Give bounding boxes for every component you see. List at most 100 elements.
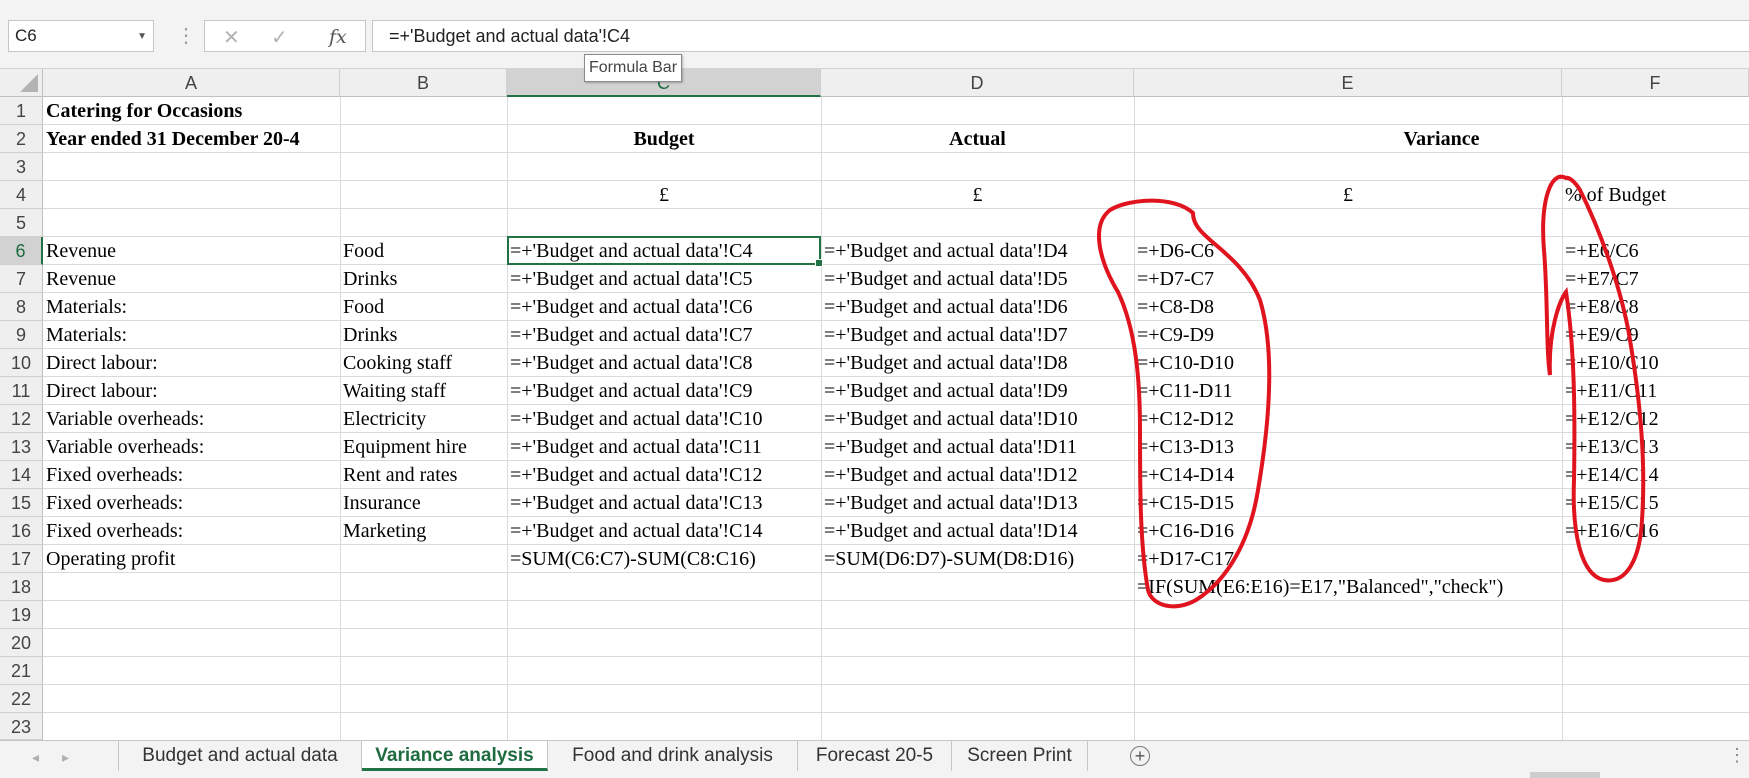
formula-input[interactable]: =+'Budget and actual data'!C4	[372, 20, 1749, 52]
cell-b10[interactable]: Cooking staff	[340, 349, 452, 377]
cell-b15[interactable]: Insurance	[340, 489, 421, 517]
row-header[interactable]: 2	[0, 125, 43, 153]
cell-b14[interactable]: Rent and rates	[340, 461, 457, 489]
column-header-a[interactable]: A	[43, 69, 340, 97]
cell-d17[interactable]: =SUM(D6:D7)-SUM(D8:D16)	[821, 545, 1074, 573]
tab-food-and-drink-analysis[interactable]: Food and drink analysis	[548, 741, 798, 771]
cell-a17[interactable]: Operating profit	[43, 545, 175, 573]
cell-f15[interactable]: =+E15/C15	[1562, 489, 1659, 517]
cell-d12[interactable]: =+'Budget and actual data'!D10	[821, 405, 1078, 433]
cell-b8[interactable]: Food	[340, 293, 384, 321]
cell-e15[interactable]: =+C15-D15	[1134, 489, 1234, 517]
cell-b6[interactable]: Food	[340, 237, 384, 265]
row-header[interactable]: 3	[0, 153, 43, 181]
cell-c12[interactable]: =+'Budget and actual data'!C10	[507, 405, 762, 433]
cell-e6[interactable]: =+D6-C6	[1134, 237, 1214, 265]
cell-e9[interactable]: =+C9-D9	[1134, 321, 1214, 349]
row-header[interactable]: 6	[0, 237, 43, 265]
cell-b9[interactable]: Drinks	[340, 321, 397, 349]
cell-a2[interactable]: Year ended 31 December 20-4	[43, 125, 300, 153]
row-header[interactable]: 7	[0, 265, 43, 293]
row-header[interactable]: 4	[0, 181, 43, 209]
cell-e17[interactable]: =+D17-C17	[1134, 545, 1234, 573]
column-header-e[interactable]: E	[1134, 69, 1562, 97]
cell-c14[interactable]: =+'Budget and actual data'!C12	[507, 461, 762, 489]
name-box[interactable]: C6 ▼	[8, 20, 154, 52]
cell-c2[interactable]: Budget	[507, 125, 821, 153]
tab-variance-analysis[interactable]: Variance analysis	[362, 741, 548, 771]
cell-c9[interactable]: =+'Budget and actual data'!C7	[507, 321, 752, 349]
cell-c10[interactable]: =+'Budget and actual data'!C8	[507, 349, 752, 377]
cell-e10[interactable]: =+C10-D10	[1134, 349, 1234, 377]
row-header[interactable]: 13	[0, 433, 43, 461]
cell-a11[interactable]: Direct labour:	[43, 377, 158, 405]
cell-e11[interactable]: =+C11-D11	[1134, 377, 1233, 405]
cell-d8[interactable]: =+'Budget and actual data'!D6	[821, 293, 1068, 321]
cell-a9[interactable]: Materials:	[43, 321, 127, 349]
cell-b11[interactable]: Waiting staff	[340, 377, 446, 405]
add-sheet-icon[interactable]: +	[1130, 746, 1150, 766]
row-header[interactable]: 12	[0, 405, 43, 433]
cell-f7[interactable]: =+E7/C7	[1562, 265, 1639, 293]
chevron-down-icon[interactable]: ▼	[137, 31, 147, 42]
cell-a10[interactable]: Direct labour:	[43, 349, 158, 377]
cell-f4[interactable]: % of Budget	[1562, 181, 1666, 209]
cell-a16[interactable]: Fixed overheads:	[43, 517, 183, 545]
cell-a14[interactable]: Fixed overheads:	[43, 461, 183, 489]
cell-f9[interactable]: =+E9/C9	[1562, 321, 1639, 349]
cell-e4[interactable]: £	[1134, 181, 1562, 209]
cell-f6[interactable]: =+E6/C6	[1562, 237, 1639, 265]
cell-c7[interactable]: =+'Budget and actual data'!C5	[507, 265, 752, 293]
cell-f11[interactable]: =+E11/C11	[1562, 377, 1657, 405]
cell-d9[interactable]: =+'Budget and actual data'!D7	[821, 321, 1068, 349]
cell-c4[interactable]: £	[507, 181, 821, 209]
cell-c16[interactable]: =+'Budget and actual data'!C14	[507, 517, 762, 545]
row-header[interactable]: 21	[0, 657, 43, 685]
row-header[interactable]: 11	[0, 377, 43, 405]
row-header[interactable]: 22	[0, 685, 43, 713]
tab-scroll-left-icon[interactable]: ◂	[32, 749, 39, 766]
cell-d2[interactable]: Actual	[821, 125, 1134, 153]
cell-e8[interactable]: =+C8-D8	[1134, 293, 1214, 321]
cell-a12[interactable]: Variable overheads:	[43, 405, 204, 433]
row-header[interactable]: 18	[0, 573, 43, 601]
cell-a1[interactable]: Catering for Occasions	[43, 97, 242, 125]
cell-d6[interactable]: =+'Budget and actual data'!D4	[821, 237, 1068, 265]
row-header[interactable]: 16	[0, 517, 43, 545]
cell-d7[interactable]: =+'Budget and actual data'!D5	[821, 265, 1068, 293]
cell-e18[interactable]: =IF(SUM(E6:E16)=E17,"Balanced","check")	[1134, 573, 1503, 601]
cell-e12[interactable]: =+C12-D12	[1134, 405, 1234, 433]
cell-e16[interactable]: =+C16-D16	[1134, 517, 1234, 545]
cell-f8[interactable]: =+E8/C8	[1562, 293, 1639, 321]
fx-icon[interactable]: fx	[329, 26, 347, 48]
cell-c8[interactable]: =+'Budget and actual data'!C6	[507, 293, 752, 321]
close-icon[interactable]: ✕	[223, 25, 240, 50]
row-header[interactable]: 14	[0, 461, 43, 489]
row-header[interactable]: 10	[0, 349, 43, 377]
cell-d15[interactable]: =+'Budget and actual data'!D13	[821, 489, 1078, 517]
cell-a13[interactable]: Variable overheads:	[43, 433, 204, 461]
tab-screen-print[interactable]: Screen Print	[952, 741, 1088, 771]
tab-budget-and-actual-data[interactable]: Budget and actual data	[118, 741, 362, 771]
tab-forecast-20-5[interactable]: Forecast 20-5	[798, 741, 952, 771]
cell-c11[interactable]: =+'Budget and actual data'!C9	[507, 377, 752, 405]
cell-f10[interactable]: =+E10/C10	[1562, 349, 1659, 377]
cell-e13[interactable]: =+C13-D13	[1134, 433, 1234, 461]
select-all-corner[interactable]	[0, 69, 43, 97]
cell-a8[interactable]: Materials:	[43, 293, 127, 321]
cell-b7[interactable]: Drinks	[340, 265, 397, 293]
cell-f16[interactable]: =+E16/C16	[1562, 517, 1659, 545]
cell-e14[interactable]: =+C14-D14	[1134, 461, 1234, 489]
column-header-f[interactable]: F	[1562, 69, 1749, 97]
cell-c15[interactable]: =+'Budget and actual data'!C13	[507, 489, 762, 517]
cell-d4[interactable]: £	[821, 181, 1134, 209]
row-header[interactable]: 15	[0, 489, 43, 517]
cell-b12[interactable]: Electricity	[340, 405, 426, 433]
row-header[interactable]: 17	[0, 545, 43, 573]
cell-d13[interactable]: =+'Budget and actual data'!D11	[821, 433, 1077, 461]
column-header-b[interactable]: B	[340, 69, 507, 97]
row-header[interactable]: 5	[0, 209, 43, 237]
cell-f13[interactable]: =+E13/C13	[1562, 433, 1659, 461]
cell-b13[interactable]: Equipment hire	[340, 433, 467, 461]
row-header[interactable]: 23	[0, 713, 43, 740]
